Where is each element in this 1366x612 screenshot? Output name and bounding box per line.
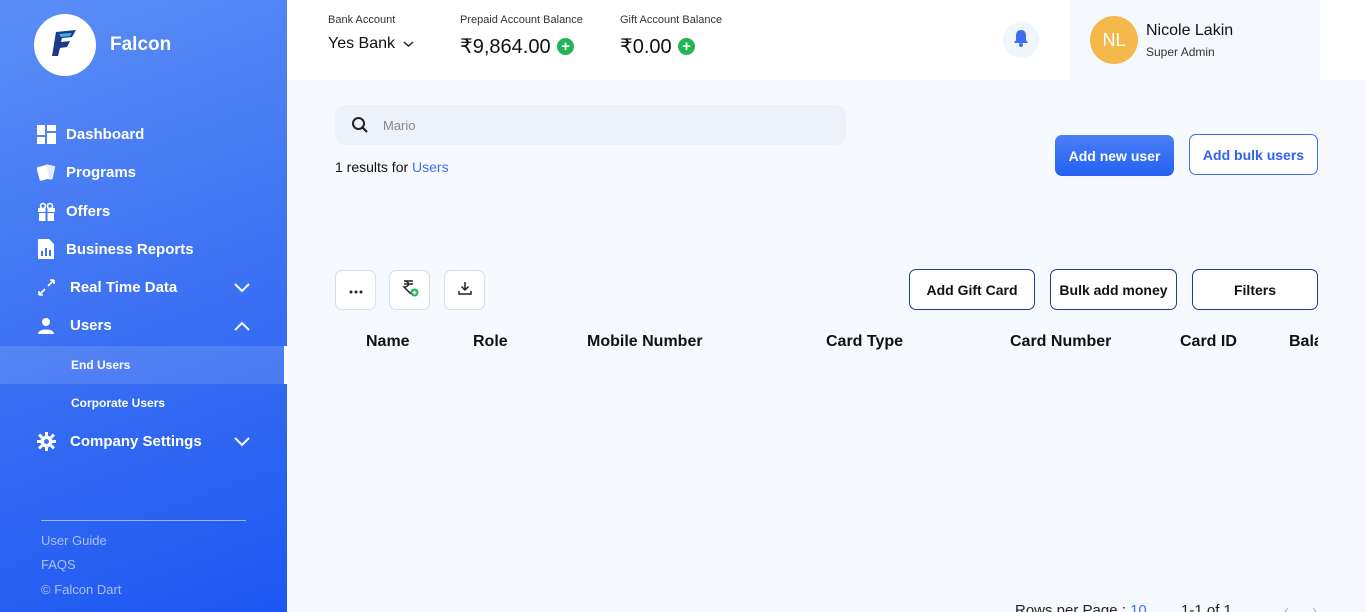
rows-per-page: Rows per Page : 10 (1015, 602, 1147, 612)
add-new-user-button[interactable]: Add new user (1055, 135, 1174, 176)
sidebar-item-programs[interactable]: Programs (0, 153, 287, 191)
rows-per-page-select[interactable]: 10 (1130, 602, 1147, 612)
chevron-down-icon[interactable] (234, 434, 250, 451)
chevron-up-icon[interactable] (234, 318, 250, 335)
brand-name: Falcon (110, 34, 172, 55)
rows-per-page-label: Rows per Page : (1015, 602, 1126, 612)
filters-button[interactable]: Filters (1192, 269, 1318, 310)
results-target-link[interactable]: Users (412, 159, 449, 175)
sidebar-item-offers[interactable]: Offers (0, 192, 287, 230)
sidebar-item-label: Programs (66, 163, 137, 181)
sidebar-item-business-reports[interactable]: Business Reports (0, 230, 287, 268)
bulk-add-money-button[interactable]: Bulk add money (1050, 269, 1177, 310)
sidebar-item-real-time-data[interactable]: Real Time Data (0, 268, 287, 306)
sidebar-item-users[interactable]: Users (0, 306, 287, 344)
sidebar-item-company-settings[interactable]: Company Settings (0, 422, 287, 460)
sidebar-item-label: Users (70, 316, 112, 334)
results-count: 1 results for (335, 159, 409, 175)
bank-account-label: Bank Account (328, 14, 396, 26)
search-bar (335, 105, 846, 145)
prepaid-balance-value: ₹9,864.00 (460, 36, 551, 58)
gift-icon (36, 201, 56, 221)
download-button[interactable] (444, 270, 485, 310)
sidebar-item-label: Real Time Data (70, 278, 178, 296)
next-page-icon[interactable]: › (1312, 602, 1317, 612)
bank-account-value: Yes Bank (328, 35, 396, 52)
add-prepaid-icon[interactable]: + (557, 38, 574, 55)
sidebar-item-dashboard[interactable]: Dashboard (0, 115, 287, 153)
user-role: Super Admin (1146, 45, 1215, 59)
users-icon (36, 315, 56, 335)
bell-icon (1013, 29, 1029, 52)
sidebar-divider (41, 520, 246, 521)
users-table-header: Name Role Mobile Number Card Type Card N… (335, 325, 1318, 365)
dashboard-icon (36, 124, 56, 144)
sidebar-item-label: Company Settings (70, 432, 202, 450)
chevron-down-icon[interactable] (234, 280, 250, 297)
sidebar-item-label: Offers (66, 202, 111, 220)
sidebar-subitem-end-users[interactable]: End Users (0, 346, 287, 384)
page-range: 1-1 of 1 (1181, 602, 1232, 612)
sidebar-subitem-corporate-users[interactable]: Corporate Users (0, 384, 287, 422)
user-profile[interactable]: NL Nicole Lakin Super Admin (1070, 0, 1320, 80)
avatar: NL (1090, 16, 1138, 64)
more-icon (349, 281, 363, 299)
gear-icon (36, 431, 56, 451)
download-icon (457, 281, 472, 300)
add-gift-card-button[interactable]: Add Gift Card (909, 269, 1035, 310)
sidebar-subitem-label: End Users (71, 358, 131, 372)
add-money-button[interactable] (389, 270, 430, 310)
transfer-icon (36, 277, 56, 297)
sidebar-item-label: Dashboard (66, 125, 145, 143)
report-icon (36, 239, 56, 259)
search-results-summary: 1 results for Users (335, 159, 449, 175)
faqs-link[interactable]: FAQS (41, 557, 76, 572)
user-name: Nicole Lakin (1146, 22, 1234, 39)
copyright-text: © Falcon Dart (41, 582, 122, 597)
column-header-role[interactable]: Role (473, 333, 508, 351)
gift-balance-label: Gift Account Balance (620, 14, 723, 26)
cards-icon (36, 162, 56, 182)
rupee-add-icon (401, 279, 419, 302)
sidebar: Falcon Dashboard Programs Offers Busines… (0, 0, 287, 612)
top-bar: Bank Account Yes Bank Prepaid Account Ba… (287, 0, 1366, 80)
column-header-mobile-number[interactable]: Mobile Number (587, 333, 703, 351)
sidebar-subitem-label: Corporate Users (71, 396, 166, 410)
column-header-balance[interactable]: Balance (1289, 333, 1318, 351)
sidebar-item-label: Business Reports (66, 240, 194, 258)
more-options-button[interactable] (335, 270, 376, 310)
search-icon (352, 117, 368, 133)
add-gift-balance-icon[interactable]: + (678, 38, 695, 55)
search-input[interactable] (383, 113, 823, 137)
prepaid-balance-label: Prepaid Account Balance (460, 14, 583, 26)
column-header-card-id[interactable]: Card ID (1180, 333, 1237, 351)
column-header-card-number[interactable]: Card Number (1010, 333, 1111, 351)
gift-balance-value: ₹0.00 (620, 36, 672, 58)
column-header-name[interactable]: Name (366, 333, 410, 351)
add-bulk-users-button[interactable]: Add bulk users (1189, 134, 1318, 175)
prev-page-icon[interactable]: ‹ (1284, 602, 1289, 612)
notifications-button[interactable] (1003, 22, 1039, 58)
chevron-down-icon (403, 35, 414, 52)
bank-account-select[interactable]: Yes Bank (328, 35, 414, 53)
column-header-card-type[interactable]: Card Type (826, 333, 903, 351)
user-guide-link[interactable]: User Guide (41, 533, 107, 548)
falcon-logo[interactable] (34, 14, 96, 76)
